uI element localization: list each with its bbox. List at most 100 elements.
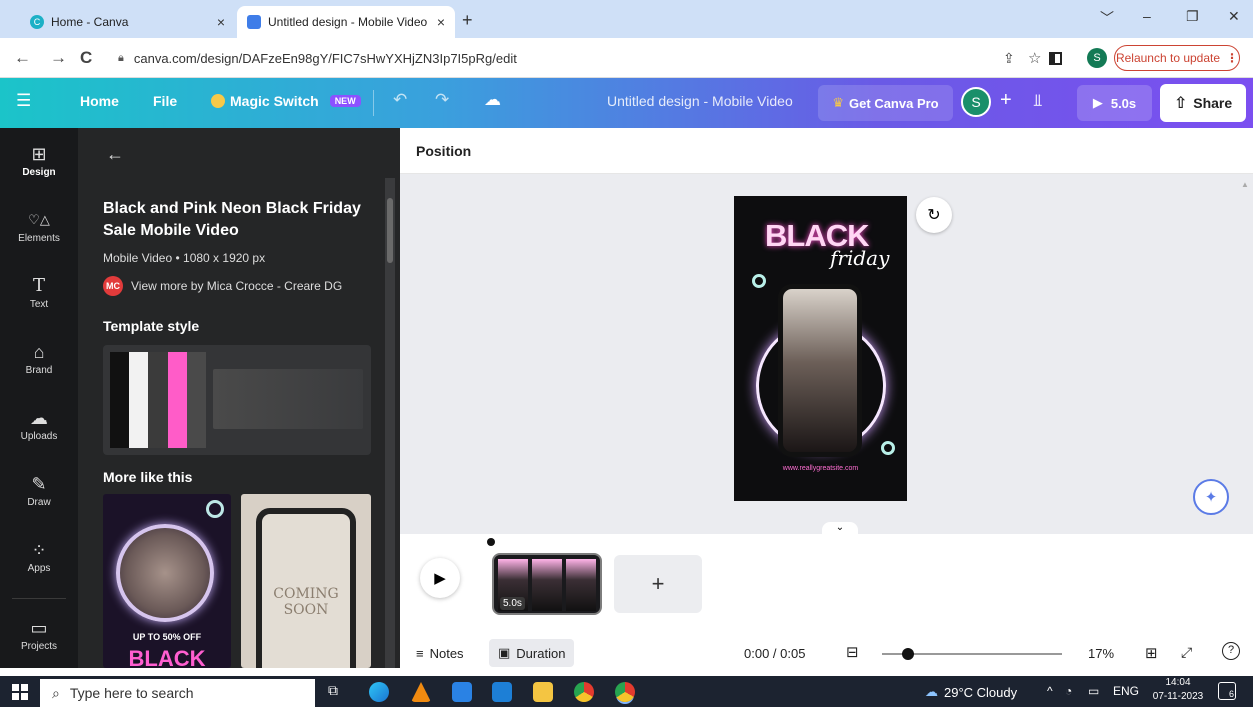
rail-item-brand[interactable]: ⌂ Brand [0, 326, 78, 392]
editor-toolbar: Position [400, 128, 1253, 174]
forward-icon[interactable]: → [50, 48, 67, 68]
windows-start-icon[interactable] [12, 684, 28, 700]
back-arrow-icon[interactable]: ← [106, 144, 124, 165]
tab-untitled-design[interactable]: Untitled design - Mobile Video × [237, 6, 455, 38]
task-view-icon[interactable]: ⧉ [328, 682, 348, 702]
get-pro-label: Get Canva Pro [849, 95, 939, 111]
add-collaborator-button[interactable]: + [1000, 89, 1012, 112]
share-page-icon[interactable]: ⇪ [1003, 50, 1015, 67]
template-thumbnail[interactable]: COMING SOON [241, 494, 371, 668]
template-thumbnail[interactable]: UP TO 50% OFF BLACK [103, 494, 231, 668]
user-avatar[interactable]: S [961, 87, 991, 117]
clock-date[interactable]: 07-11-2023 [1146, 691, 1210, 702]
timeline-play-button[interactable]: ▶ [420, 558, 460, 598]
get-canva-pro-button[interactable]: ♛ Get Canva Pro [818, 85, 953, 121]
back-icon[interactable]: ← [14, 48, 31, 68]
notification-center-icon[interactable]: 6 [1218, 682, 1236, 700]
add-page-button[interactable]: + [614, 555, 702, 613]
clock-time[interactable]: 14:04 [1148, 677, 1208, 688]
battery-icon[interactable]: ▭ [1088, 684, 1099, 698]
author-link[interactable]: MC View more by Mica Crocce - Creare DG [103, 276, 342, 296]
chrome-icon[interactable] [574, 682, 594, 702]
weather-widget[interactable]: ☁ 29°C Cloudy [925, 684, 1017, 700]
start-tile [12, 684, 19, 691]
tray-chevron-icon[interactable]: ^ [1047, 684, 1053, 698]
relaunch-button[interactable]: Relaunch to update ⋮ [1114, 45, 1240, 71]
rail-item-text[interactable]: T Text [0, 260, 78, 326]
scroll-up-icon[interactable]: ▲ [1241, 180, 1249, 189]
home-menu[interactable]: Home [80, 93, 119, 109]
zoom-slider-thumb[interactable] [902, 648, 914, 660]
design-page[interactable]: BLACK friday www.reallygreatsite.com [734, 196, 907, 501]
share-button[interactable]: ⇧ Share [1160, 84, 1246, 122]
url-field[interactable]: 🔒︎ canva.com/design/DAFzeEn98gY/FIC7sHwY… [108, 44, 978, 72]
store-icon[interactable] [452, 682, 472, 702]
rail-item-design[interactable]: ⊞ Design [0, 128, 78, 194]
rail-label: Elements [18, 232, 60, 244]
cloud-icon: ☁ [925, 684, 938, 699]
position-button[interactable]: Position [416, 143, 471, 159]
undo-icon[interactable]: ↶ [393, 90, 407, 110]
chrome-profile-icon[interactable] [615, 682, 635, 702]
template-dimensions: Mobile Video • 1080 x 1920 px [103, 251, 266, 265]
minimize-button[interactable]: – [1143, 8, 1151, 24]
duration-button[interactable]: ▣ Duration [489, 639, 575, 667]
add-comment-icon[interactable]: ↻ [916, 197, 952, 233]
rail-item-uploads[interactable]: ☁ Uploads [0, 392, 78, 458]
sidepanel-icon[interactable] [1049, 52, 1062, 65]
panel-scroll-thumb[interactable] [387, 198, 393, 263]
template-title: Black and Pink Neon Black Friday Sale Mo… [103, 200, 361, 239]
cloud-saved-icon[interactable]: ☁ [484, 90, 501, 110]
duration-icon: ▣ [498, 645, 511, 660]
language-indicator[interactable]: ENG [1113, 684, 1139, 698]
close-tab-icon[interactable]: × [437, 14, 445, 30]
file-menu[interactable]: File [153, 93, 177, 109]
magic-assistant-icon[interactable]: ✦ [1193, 479, 1229, 515]
uploads-icon: ☁ [30, 407, 48, 428]
grid-view-icon[interactable]: ⊞ [1145, 644, 1158, 662]
page-view-icon[interactable]: ⊟ [846, 643, 859, 661]
browser-tab-strip: C Home - Canva × Untitled design - Mobil… [0, 0, 1253, 38]
document-title[interactable]: Untitled design - Mobile Video [607, 93, 793, 109]
edge-browser-icon[interactable] [369, 682, 389, 702]
rail-label: Text [29, 298, 49, 310]
tab-search-icon[interactable]: ﹀ [1100, 8, 1114, 28]
present-play-button[interactable]: ▶ 5.0s [1077, 85, 1152, 121]
start-tile [21, 693, 28, 700]
magic-switch-button[interactable]: Magic Switch NEW [211, 93, 361, 109]
tab-home-canva[interactable]: C Home - Canva × [20, 6, 235, 38]
reload-icon[interactable]: C [80, 48, 92, 68]
playhead[interactable] [487, 538, 495, 546]
close-window-button[interactable]: ✕ [1228, 8, 1240, 25]
rail-item-projects[interactable]: ▭ Projects [0, 602, 78, 668]
more-vert-icon: ⋮ [1226, 51, 1239, 65]
start-tile [12, 693, 19, 700]
left-nav-rail: ⊞ Design ♡△ Elements T Text ⌂ Brand ☁ Up… [0, 128, 78, 668]
font-style-preview[interactable] [213, 369, 363, 429]
menu-icon[interactable]: ☰ [16, 91, 31, 111]
file-explorer-icon[interactable] [533, 682, 553, 702]
insights-chart-icon[interactable]: ⫫ [1033, 91, 1043, 111]
taskbar-search-box[interactable]: ⌕ Type here to search [40, 679, 315, 707]
maximize-button[interactable]: ❐ [1186, 8, 1199, 25]
wifi-icon[interactable]: ◔ [1065, 684, 1072, 698]
rail-item-apps[interactable]: ⁘ Apps [0, 524, 78, 590]
profile-avatar[interactable]: S [1087, 48, 1107, 68]
brand-icon: ⌂ [33, 341, 45, 362]
new-tab-button[interactable]: + [462, 10, 473, 31]
video-clip[interactable]: 5.0s [492, 553, 602, 615]
clip-frame [566, 559, 596, 611]
divider [373, 90, 374, 116]
close-tab-icon[interactable]: × [217, 14, 225, 30]
zoom-level[interactable]: 17% [1088, 646, 1114, 661]
fullscreen-icon[interactable]: ⤢ [1181, 644, 1192, 661]
redo-icon[interactable]: ↷ [435, 90, 449, 110]
color-palette-swatch[interactable] [110, 352, 207, 448]
help-icon[interactable]: ? [1222, 642, 1240, 660]
template-style-card[interactable] [103, 345, 371, 455]
notes-button[interactable]: ≡ Notes [416, 646, 464, 661]
rail-item-elements[interactable]: ♡△ Elements [0, 194, 78, 260]
mail-icon[interactable] [492, 682, 512, 702]
rail-item-draw[interactable]: ✎ Draw [0, 458, 78, 524]
bookmark-star-icon[interactable]: ☆ [1028, 49, 1041, 67]
